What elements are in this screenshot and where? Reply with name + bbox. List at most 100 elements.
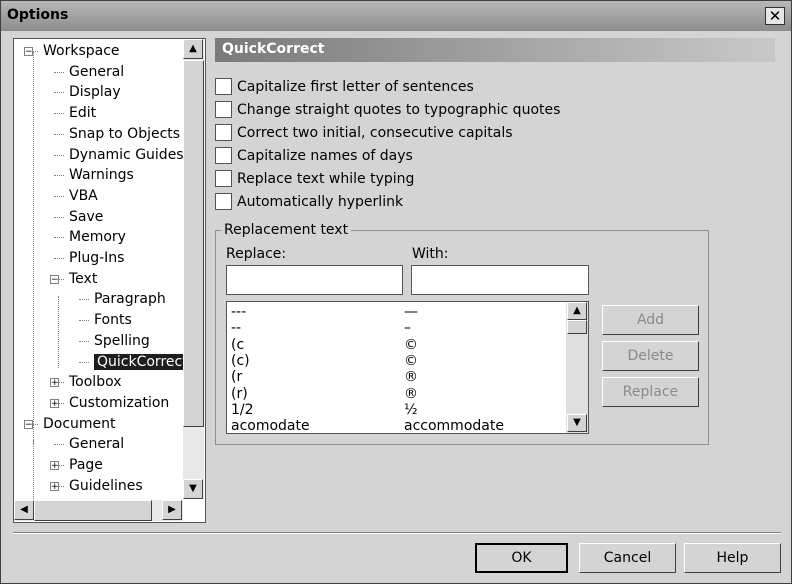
with-input[interactable]	[411, 265, 589, 295]
scroll-up-button[interactable]: ▲	[183, 39, 203, 59]
tree-item[interactable]: Paragraph	[94, 289, 166, 309]
arrow-right-icon: ▶	[168, 504, 176, 515]
checkbox[interactable]	[215, 170, 232, 187]
cancel-button[interactable]: Cancel	[579, 543, 676, 573]
tree-item-label: General	[69, 436, 125, 453]
ok-button[interactable]: OK	[475, 543, 568, 573]
tree-item[interactable]: Page	[69, 455, 103, 475]
list-item[interactable]: -- –	[231, 320, 411, 337]
tree-item-label: Workspace	[43, 43, 120, 59]
tree-item[interactable]: Display	[69, 82, 121, 102]
option-label: Replace text while typing	[237, 171, 415, 187]
expand-icon[interactable]: +	[50, 461, 59, 471]
tree-item[interactable]: Edit	[69, 103, 96, 123]
list-item[interactable]: (r) ®	[231, 385, 418, 402]
tree-item[interactable]: QuickCorrect	[94, 352, 191, 372]
expand-icon[interactable]: +	[50, 398, 59, 408]
expand-icon[interactable]: +	[50, 378, 59, 388]
expand-icon[interactable]: +	[50, 481, 59, 491]
tree-connector	[33, 52, 35, 444]
tree-item-label: QuickCorrect	[94, 353, 191, 370]
list-vertical-scrollbar[interactable]: ▲ ▼	[566, 302, 588, 433]
checkbox[interactable]	[215, 147, 232, 164]
close-button[interactable]: ✕	[765, 7, 785, 25]
list-item[interactable]: (r ®	[231, 369, 418, 386]
checkbox[interactable]	[215, 78, 232, 95]
list-item[interactable]: (c ©	[231, 337, 418, 353]
replace-text: --	[231, 320, 242, 337]
tree-vertical-scrollbar[interactable]: ▲ ▼	[183, 39, 204, 499]
scroll-right-button[interactable]: ▶	[162, 500, 182, 520]
tree-item[interactable]: Toolbox	[69, 372, 122, 392]
list-item[interactable]: (c) ©	[231, 353, 418, 369]
tree-item-label: Fonts	[94, 312, 132, 329]
tree-item-label: Warnings	[69, 167, 134, 184]
tree-item[interactable]: Document	[43, 414, 116, 434]
tree-connector	[79, 320, 89, 322]
option-label: Capitalize names of days	[237, 148, 413, 164]
replace-text: (r)	[231, 385, 248, 402]
tree-item[interactable]: Fonts	[94, 310, 132, 330]
tree-item-label: Edit	[69, 105, 97, 122]
checkbox[interactable]	[215, 193, 232, 210]
tree-item[interactable]: Workspace	[43, 41, 120, 61]
replace-text: (r	[231, 369, 243, 386]
scroll-thumb[interactable]	[183, 60, 204, 427]
replace-text: 1/2	[231, 401, 254, 418]
hscroll-thumb[interactable]	[34, 500, 152, 521]
list-scroll-thumb[interactable]	[567, 320, 587, 334]
tree-horizontal-scrollbar[interactable]: ◀ ▶	[14, 500, 183, 521]
with-text: accommodate	[404, 418, 504, 434]
replace-input[interactable]	[226, 265, 403, 295]
replace-button[interactable]: Replace	[602, 377, 699, 407]
tree-connector	[54, 133, 64, 136]
with-label: With:	[412, 246, 449, 262]
with-text: ©	[404, 352, 418, 369]
list-scroll-up-button[interactable]: ▲	[567, 302, 587, 320]
help-button[interactable]: Help	[684, 543, 781, 573]
checkbox[interactable]	[215, 101, 232, 118]
tree-item[interactable]: Plug-Ins	[69, 248, 124, 268]
delete-button[interactable]: Delete	[602, 341, 699, 371]
with-text: ©	[404, 336, 418, 353]
options-dialog: Options ✕ − Workspace General Display Edit Sn…	[0, 0, 792, 584]
tree-item[interactable]: Dynamic Guides	[69, 145, 184, 165]
tree-connector	[54, 237, 64, 239]
tree-item[interactable]: Save	[69, 207, 103, 227]
with-text: ®	[404, 369, 418, 386]
tree-item[interactable]: Customization	[69, 393, 169, 413]
tree-connector	[54, 92, 64, 94]
tree-item[interactable]: Warnings	[69, 165, 134, 185]
tree-item[interactable]: Text	[69, 269, 97, 289]
collapse-icon[interactable]: −	[50, 274, 59, 284]
list-item[interactable]: --- —	[231, 304, 418, 320]
tree-item-label: VBA	[69, 187, 98, 204]
replacement-list[interactable]: --- — -- – (c © (c) © (r ® (r) ® 1/2 ½ acomodate accomm…	[226, 301, 589, 434]
tree-item[interactable]: Memory	[69, 227, 126, 247]
checkbox[interactable]	[215, 124, 232, 141]
collapse-icon[interactable]: −	[24, 419, 33, 429]
list-item[interactable]: acomodate accommodate	[231, 418, 504, 434]
tree-item[interactable]: General	[69, 434, 124, 454]
add-button[interactable]: Add	[602, 305, 699, 335]
tree-item-label: Document	[43, 415, 116, 432]
replace-text: acomodate	[231, 418, 310, 434]
tree-connector	[79, 361, 89, 364]
scroll-down-button[interactable]: ▼	[183, 479, 203, 499]
list-scroll-down-button[interactable]: ▼	[567, 414, 587, 432]
tree-item-label: Paragraph	[94, 291, 166, 308]
scroll-left-button[interactable]: ◀	[14, 500, 34, 520]
with-text: ½	[404, 401, 418, 418]
tree-item[interactable]: VBA	[69, 186, 98, 206]
collapse-icon[interactable]: −	[24, 47, 33, 57]
tree-connector	[58, 296, 60, 368]
tree-item[interactable]: Snap to Objects	[69, 124, 180, 144]
tree-connector	[79, 299, 89, 301]
tree-item[interactable]: General	[69, 62, 124, 82]
tree-item[interactable]: Guidelines	[69, 476, 143, 496]
tree-item-label: Guidelines	[69, 477, 143, 494]
tree-item[interactable]: Spelling	[94, 331, 150, 351]
tree-connector	[54, 216, 64, 219]
option-label: Correct two initial, consecutive capital…	[237, 125, 513, 141]
list-item[interactable]: 1/2 ½	[231, 401, 418, 418]
